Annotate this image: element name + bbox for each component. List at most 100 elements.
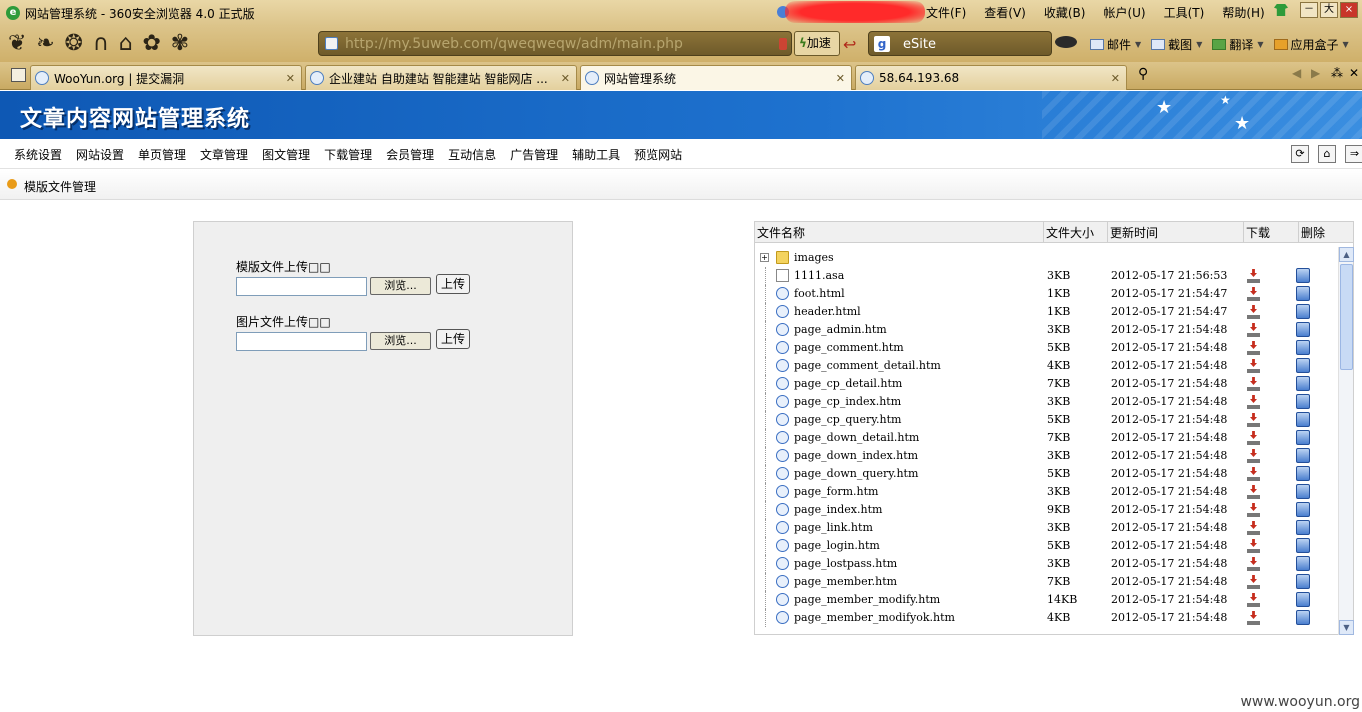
delete-icon[interactable] xyxy=(1296,430,1310,445)
file-name[interactable]: page_admin.htm xyxy=(794,323,887,336)
table-row[interactable]: page_login.htm 5KB 2012-05-17 21:54:48 xyxy=(755,537,1337,555)
file-name[interactable]: page_comment.htm xyxy=(794,341,904,354)
template-file-input[interactable] xyxy=(236,277,367,296)
table-row[interactable]: page_member_modify.htm 14KB 2012-05-17 21:… xyxy=(755,591,1337,609)
download-icon[interactable] xyxy=(1247,377,1260,391)
nav-page-management[interactable]: 单页管理 xyxy=(138,146,186,163)
download-icon[interactable] xyxy=(1247,341,1260,355)
download-icon[interactable] xyxy=(1247,539,1260,553)
nav-member-management[interactable]: 会员管理 xyxy=(386,146,434,163)
file-name[interactable]: page_down_query.htm xyxy=(794,467,918,480)
file-name[interactable]: page_cp_query.htm xyxy=(794,413,901,426)
menu-view[interactable]: 查看(V) xyxy=(984,4,1026,21)
table-row[interactable]: page_cp_detail.htm 7KB 2012-05-17 21:54:48 xyxy=(755,375,1337,393)
table-row[interactable]: page_link.htm 3KB 2012-05-17 21:54:48 xyxy=(755,519,1337,537)
download-icon[interactable] xyxy=(1247,359,1260,373)
close-tab-icon[interactable]: ✕ xyxy=(1111,72,1120,85)
file-name[interactable]: page_index.htm xyxy=(794,503,882,516)
table-row[interactable]: 1111.asa 3KB 2012-05-17 21:56:53 xyxy=(755,267,1337,285)
delete-icon[interactable] xyxy=(1296,466,1310,481)
file-name[interactable]: page_member_modifyok.htm xyxy=(794,611,955,624)
table-row[interactable]: foot.html 1KB 2012-05-17 21:54:47 xyxy=(755,285,1337,303)
appbox-button[interactable]: 应用盒子 ▼ xyxy=(1273,36,1349,53)
minimize-button[interactable]: － xyxy=(1300,2,1318,18)
delete-icon[interactable] xyxy=(1296,484,1310,499)
table-row[interactable]: page_down_query.htm 5KB 2012-05-17 21:54:4… xyxy=(755,465,1337,483)
skin-icon[interactable] xyxy=(1274,4,1288,16)
file-name[interactable]: foot.html xyxy=(794,287,845,300)
tab-site-builder[interactable]: 企业建站 自助建站 智能建站 智能网店 ... ✕ xyxy=(305,65,577,90)
file-name[interactable]: 1111.asa xyxy=(794,269,844,282)
file-name[interactable]: page_link.htm xyxy=(794,521,873,534)
maximize-button[interactable]: 大 xyxy=(1320,2,1338,18)
table-row[interactable]: page_member_modifyok.htm 4KB 2012-05-17 21… xyxy=(755,609,1337,627)
delete-icon[interactable] xyxy=(1296,448,1310,463)
nav-tools[interactable]: 辅助工具 xyxy=(572,146,620,163)
file-name[interactable]: header.html xyxy=(794,305,861,318)
eye-icon[interactable] xyxy=(1055,36,1077,48)
scroll-thumb[interactable] xyxy=(1340,264,1353,370)
delete-icon[interactable] xyxy=(1296,538,1310,553)
tab-scroll-right-icon[interactable]: ▶ xyxy=(1311,66,1320,80)
file-name[interactable]: page_cp_index.htm xyxy=(794,395,901,408)
nav-article-management[interactable]: 文章管理 xyxy=(200,146,248,163)
image-upload-button[interactable]: 上传 xyxy=(436,329,470,349)
nav-site-settings[interactable]: 网站设置 xyxy=(76,146,124,163)
file-name[interactable]: page_down_index.htm xyxy=(794,449,918,462)
template-upload-button[interactable]: 上传 xyxy=(436,274,470,294)
delete-icon[interactable] xyxy=(1296,268,1310,283)
file-name[interactable]: images xyxy=(794,251,834,264)
address-bar[interactable]: http://my.5uweb.com/qweqweqw/adm/main.ph… xyxy=(318,31,792,56)
table-row[interactable]: page_member.htm 7KB 2012-05-17 21:54:48 xyxy=(755,573,1337,591)
nav-image-article-management[interactable]: 图文管理 xyxy=(262,146,310,163)
delete-icon[interactable] xyxy=(1296,340,1310,355)
file-name[interactable]: page_cp_detail.htm xyxy=(794,377,902,390)
download-icon[interactable] xyxy=(1247,431,1260,445)
download-icon[interactable] xyxy=(1247,485,1260,499)
delete-icon[interactable] xyxy=(1296,520,1310,535)
delete-icon[interactable] xyxy=(1296,574,1310,589)
download-icon[interactable] xyxy=(1247,395,1260,409)
file-name[interactable]: page_member_modify.htm xyxy=(794,593,940,606)
download-icon[interactable] xyxy=(1247,323,1260,337)
download-icon[interactable] xyxy=(1247,269,1260,283)
nav-preview-site[interactable]: 预览网站 xyxy=(634,146,682,163)
table-row[interactable]: page_cp_index.htm 3KB 2012-05-17 21:54:48 xyxy=(755,393,1337,411)
download-icon[interactable] xyxy=(1247,611,1260,625)
file-name[interactable]: page_comment_detail.htm xyxy=(794,359,941,372)
download-icon[interactable] xyxy=(1247,305,1260,319)
home-icon[interactable]: ⌂ xyxy=(1318,145,1336,163)
delete-icon[interactable] xyxy=(1296,376,1310,391)
table-row[interactable]: page_down_index.htm 3KB 2012-05-17 21:54:4… xyxy=(755,447,1337,465)
tab-scroll-left-icon[interactable]: ◀ xyxy=(1292,66,1301,80)
close-tab-icon[interactable]: ✕ xyxy=(836,72,845,85)
template-browse-button[interactable]: 浏览... xyxy=(370,277,431,295)
scroll-up-icon[interactable]: ▲ xyxy=(1339,247,1354,262)
back-arrow-icon[interactable]: ↩ xyxy=(843,35,856,54)
delete-icon[interactable] xyxy=(1296,592,1310,607)
nav-system-settings[interactable]: 系统设置 xyxy=(14,146,62,163)
download-icon[interactable] xyxy=(1247,413,1260,427)
menu-favorites[interactable]: 收藏(B) xyxy=(1044,4,1086,21)
security-icon[interactable] xyxy=(779,38,787,50)
table-row[interactable]: page_cp_query.htm 5KB 2012-05-17 21:54:48 xyxy=(755,411,1337,429)
close-tab-icon[interactable]: ✕ xyxy=(561,72,570,85)
delete-icon[interactable] xyxy=(1296,322,1310,337)
table-row[interactable]: header.html 1KB 2012-05-17 21:54:47 xyxy=(755,303,1337,321)
delete-icon[interactable] xyxy=(1296,502,1310,517)
logout-arrow-icon[interactable]: ⇒ xyxy=(1345,145,1362,163)
tab-list-icon[interactable]: ⁂ xyxy=(1331,66,1343,80)
table-row[interactable]: + images xyxy=(755,249,1337,267)
file-name[interactable]: page_lostpass.htm xyxy=(794,557,897,570)
refresh-icon[interactable]: ⟳ xyxy=(1291,145,1309,163)
delete-icon[interactable] xyxy=(1296,304,1310,319)
nav-download-management[interactable]: 下载管理 xyxy=(324,146,372,163)
image-browse-button[interactable]: 浏览... xyxy=(370,332,431,350)
download-icon[interactable] xyxy=(1247,287,1260,301)
search-box[interactable]: g eSite xyxy=(868,31,1052,56)
tab-admin[interactable]: 网站管理系统 ✕ xyxy=(580,65,852,90)
mail-button[interactable]: 邮件 ▼ xyxy=(1090,36,1141,53)
new-tab-icon[interactable]: ⚲ xyxy=(1138,66,1148,82)
vertical-scrollbar[interactable]: ▲ ▼ xyxy=(1338,247,1354,635)
table-row[interactable]: page_down_detail.htm 7KB 2012-05-17 21:54:… xyxy=(755,429,1337,447)
